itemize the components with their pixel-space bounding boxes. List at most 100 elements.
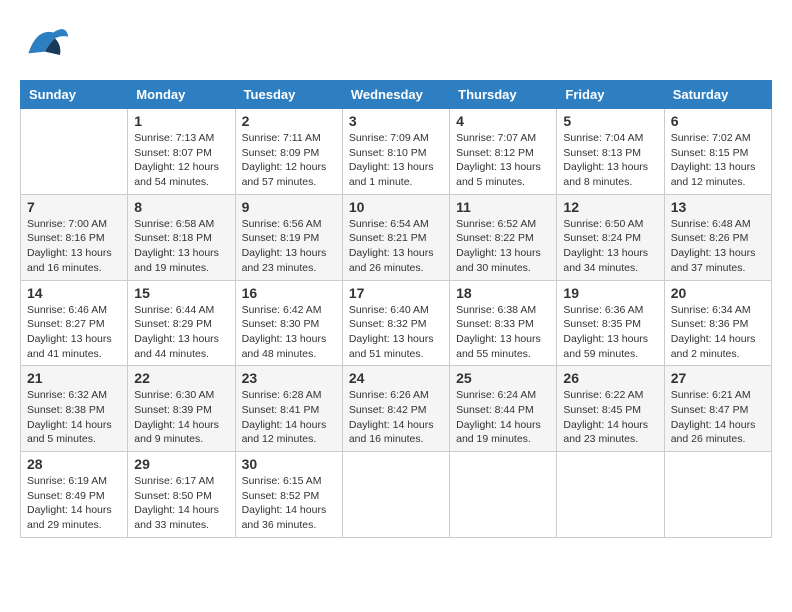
day-info: Sunrise: 7:09 AMSunset: 8:10 PMDaylight:… — [349, 131, 443, 190]
day-number: 15 — [134, 285, 228, 301]
calendar-cell: 24 Sunrise: 6:26 AMSunset: 8:42 PMDayligh… — [342, 366, 449, 452]
calendar-week-4: 21Sunrise: 6:32 AMSunset: 8:38 PMDayligh… — [21, 366, 772, 452]
day-number: 1 — [134, 113, 228, 129]
calendar-cell: 23 Sunrise: 6:28 AMSunset: 8:41 PMDayligh… — [235, 366, 342, 452]
day-number: 13 — [671, 199, 765, 215]
calendar-week-3: 14 Sunrise: 6:46 AMSunset: 8:27 PMDayligh… — [21, 280, 772, 366]
header-friday: Friday — [557, 81, 664, 109]
day-info: Sunrise: 6:52 AMSunset: 8:22 PMDaylight:… — [456, 217, 550, 276]
day-number: 27 — [671, 370, 765, 386]
day-info: Sunrise: 6:17 AMSunset: 8:50 PMDaylight:… — [134, 474, 228, 533]
day-number: 28 — [27, 456, 121, 472]
day-info: Sunrise: 6:56 AMSunset: 8:19 PMDaylight:… — [242, 217, 336, 276]
day-info: Sunrise: 6:38 AMSunset: 8:33 PMDaylight:… — [456, 303, 550, 362]
day-number: 30 — [242, 456, 336, 472]
day-info: Sunrise: 6:54 AMSunset: 8:21 PMDaylight:… — [349, 217, 443, 276]
day-info: Sunrise: 7:04 AMSunset: 8:13 PMDaylight:… — [563, 131, 657, 190]
day-number: 14 — [27, 285, 121, 301]
calendar-cell: 2Sunrise: 7:11 AMSunset: 8:09 PMDaylight… — [235, 109, 342, 195]
day-number: 17 — [349, 285, 443, 301]
calendar-cell: 15 Sunrise: 6:44 AMSunset: 8:29 PMDayligh… — [128, 280, 235, 366]
calendar-week-1: 1 Sunrise: 7:13 AMSunset: 8:07 PMDaylight… — [21, 109, 772, 195]
calendar-table: SundayMondayTuesdayWednesdayThursdayFrid… — [20, 80, 772, 538]
calendar-cell — [557, 452, 664, 538]
calendar-cell: 1 Sunrise: 7:13 AMSunset: 8:07 PMDaylight… — [128, 109, 235, 195]
header-thursday: Thursday — [450, 81, 557, 109]
calendar-cell — [664, 452, 771, 538]
day-number: 16 — [242, 285, 336, 301]
calendar-cell: 27Sunrise: 6:21 AMSunset: 8:47 PMDayligh… — [664, 366, 771, 452]
day-number: 10 — [349, 199, 443, 215]
calendar-cell: 19 Sunrise: 6:36 AMSunset: 8:35 PMDayligh… — [557, 280, 664, 366]
day-info: Sunrise: 7:02 AMSunset: 8:15 PMDaylight:… — [671, 131, 765, 190]
calendar-cell: 14 Sunrise: 6:46 AMSunset: 8:27 PMDayligh… — [21, 280, 128, 366]
day-info: Sunrise: 6:26 AMSunset: 8:42 PMDaylight:… — [349, 388, 443, 447]
day-number: 24 — [349, 370, 443, 386]
calendar-cell: 12 Sunrise: 6:50 AMSunset: 8:24 PMDayligh… — [557, 194, 664, 280]
header-tuesday: Tuesday — [235, 81, 342, 109]
calendar-week-2: 7 Sunrise: 7:00 AMSunset: 8:16 PMDaylight… — [21, 194, 772, 280]
day-info: Sunrise: 6:40 AMSunset: 8:32 PMDaylight:… — [349, 303, 443, 362]
day-info: Sunrise: 6:30 AMSunset: 8:39 PMDaylight:… — [134, 388, 228, 447]
day-info: Sunrise: 6:24 AMSunset: 8:44 PMDaylight:… — [456, 388, 550, 447]
day-info: Sunrise: 6:58 AMSunset: 8:18 PMDaylight:… — [134, 217, 228, 276]
day-number: 12 — [563, 199, 657, 215]
day-number: 22 — [134, 370, 228, 386]
calendar-cell: 18 Sunrise: 6:38 AMSunset: 8:33 PMDayligh… — [450, 280, 557, 366]
day-number: 6 — [671, 113, 765, 129]
calendar-cell: 26 Sunrise: 6:22 AMSunset: 8:45 PMDayligh… — [557, 366, 664, 452]
day-number: 26 — [563, 370, 657, 386]
calendar-cell — [342, 452, 449, 538]
calendar-cell: 20 Sunrise: 6:34 AMSunset: 8:36 PMDayligh… — [664, 280, 771, 366]
day-number: 18 — [456, 285, 550, 301]
day-info: Sunrise: 6:46 AMSunset: 8:27 PMDaylight:… — [27, 303, 121, 362]
calendar-cell: 13Sunrise: 6:48 AMSunset: 8:26 PMDayligh… — [664, 194, 771, 280]
day-info: Sunrise: 7:13 AMSunset: 8:07 PMDaylight:… — [134, 131, 228, 190]
day-number: 29 — [134, 456, 228, 472]
calendar-header-row: SundayMondayTuesdayWednesdayThursdayFrid… — [21, 81, 772, 109]
calendar-cell: 29 Sunrise: 6:17 AMSunset: 8:50 PMDayligh… — [128, 452, 235, 538]
day-info: Sunrise: 6:15 AMSunset: 8:52 PMDaylight:… — [242, 474, 336, 533]
day-info: Sunrise: 6:36 AMSunset: 8:35 PMDaylight:… — [563, 303, 657, 362]
calendar-cell: 8 Sunrise: 6:58 AMSunset: 8:18 PMDaylight… — [128, 194, 235, 280]
day-number: 7 — [27, 199, 121, 215]
day-number: 11 — [456, 199, 550, 215]
calendar-cell: 9 Sunrise: 6:56 AMSunset: 8:19 PMDaylight… — [235, 194, 342, 280]
day-info: Sunrise: 7:07 AMSunset: 8:12 PMDaylight:… — [456, 131, 550, 190]
header-saturday: Saturday — [664, 81, 771, 109]
day-info: Sunrise: 6:44 AMSunset: 8:29 PMDaylight:… — [134, 303, 228, 362]
calendar-cell: 17 Sunrise: 6:40 AMSunset: 8:32 PMDayligh… — [342, 280, 449, 366]
calendar-week-5: 28Sunrise: 6:19 AMSunset: 8:49 PMDayligh… — [21, 452, 772, 538]
day-number: 25 — [456, 370, 550, 386]
calendar-cell: 3 Sunrise: 7:09 AMSunset: 8:10 PMDaylight… — [342, 109, 449, 195]
header-monday: Monday — [128, 81, 235, 109]
day-info: Sunrise: 6:22 AMSunset: 8:45 PMDaylight:… — [563, 388, 657, 447]
calendar-cell: 7 Sunrise: 7:00 AMSunset: 8:16 PMDaylight… — [21, 194, 128, 280]
day-info: Sunrise: 6:50 AMSunset: 8:24 PMDaylight:… — [563, 217, 657, 276]
calendar-cell: 10 Sunrise: 6:54 AMSunset: 8:21 PMDayligh… — [342, 194, 449, 280]
day-number: 23 — [242, 370, 336, 386]
header — [20, 20, 772, 70]
logo — [20, 20, 74, 70]
logo-bird-icon — [20, 20, 70, 70]
calendar-cell: 5 Sunrise: 7:04 AMSunset: 8:13 PMDaylight… — [557, 109, 664, 195]
calendar-cell: 16Sunrise: 6:42 AMSunset: 8:30 PMDayligh… — [235, 280, 342, 366]
calendar-cell — [450, 452, 557, 538]
day-info: Sunrise: 6:28 AMSunset: 8:41 PMDaylight:… — [242, 388, 336, 447]
day-info: Sunrise: 6:34 AMSunset: 8:36 PMDaylight:… — [671, 303, 765, 362]
day-number: 8 — [134, 199, 228, 215]
day-info: Sunrise: 7:11 AMSunset: 8:09 PMDaylight:… — [242, 131, 336, 190]
day-number: 9 — [242, 199, 336, 215]
day-number: 5 — [563, 113, 657, 129]
day-info: Sunrise: 7:00 AMSunset: 8:16 PMDaylight:… — [27, 217, 121, 276]
calendar-cell — [21, 109, 128, 195]
calendar-cell: 21Sunrise: 6:32 AMSunset: 8:38 PMDayligh… — [21, 366, 128, 452]
calendar-cell: 28Sunrise: 6:19 AMSunset: 8:49 PMDayligh… — [21, 452, 128, 538]
calendar-cell: 6 Sunrise: 7:02 AMSunset: 8:15 PMDaylight… — [664, 109, 771, 195]
day-number: 20 — [671, 285, 765, 301]
day-number: 21 — [27, 370, 121, 386]
day-number: 3 — [349, 113, 443, 129]
header-wednesday: Wednesday — [342, 81, 449, 109]
day-number: 19 — [563, 285, 657, 301]
calendar-cell: 22 Sunrise: 6:30 AMSunset: 8:39 PMDayligh… — [128, 366, 235, 452]
